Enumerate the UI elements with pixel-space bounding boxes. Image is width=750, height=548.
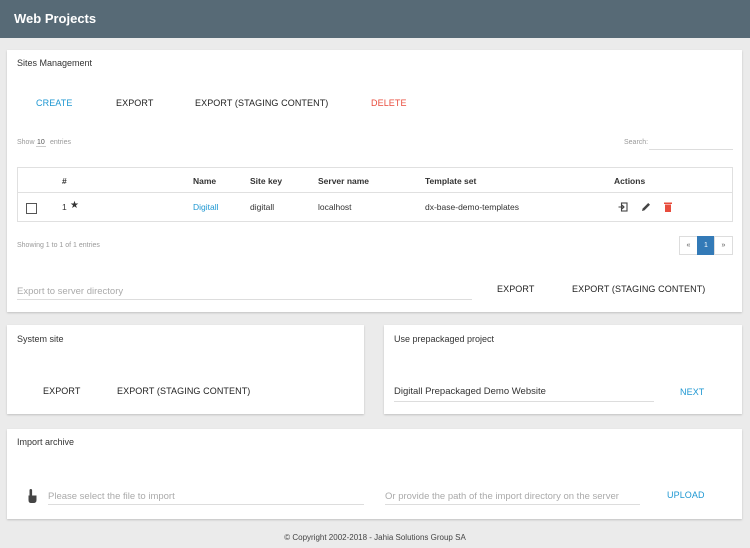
export-staging-to-directory-button[interactable]: EXPORT (STAGING CONTENT) xyxy=(572,284,705,294)
template-set: dx-base-demo-templates xyxy=(425,202,520,212)
import-file-input[interactable] xyxy=(48,488,364,505)
pager-prev[interactable]: « xyxy=(679,236,698,255)
sites-management-title: Sites Management xyxy=(17,58,93,68)
default-site-star-icon: ★ xyxy=(70,200,79,211)
top-bar: Web Projects xyxy=(0,0,750,38)
row-number: 1 xyxy=(62,202,67,212)
edit-pencil-icon[interactable] xyxy=(641,202,651,212)
pager-page-1[interactable]: 1 xyxy=(697,236,715,255)
export-staging-button[interactable]: EXPORT (STAGING CONTENT) xyxy=(195,98,328,108)
system-site-title: System site xyxy=(17,334,64,344)
showing-entries: Showing 1 to 1 of 1 entries xyxy=(17,242,100,249)
site-key: digitall xyxy=(250,202,275,212)
system-export-button[interactable]: EXPORT xyxy=(43,386,80,396)
export-button[interactable]: EXPORT xyxy=(116,98,153,108)
page-title: Web Projects xyxy=(14,11,97,26)
col-site-key[interactable]: Site key xyxy=(250,176,282,186)
col-server-name[interactable]: Server name xyxy=(318,176,369,186)
col-actions: Actions xyxy=(614,176,646,186)
export-to-directory-button[interactable]: EXPORT xyxy=(497,284,534,294)
col-name[interactable]: Name xyxy=(193,176,216,186)
sites-table: # Name Site key Server name Template set… xyxy=(17,167,733,222)
site-name-link[interactable]: Digitall xyxy=(193,202,219,212)
server-name: localhost xyxy=(318,202,352,212)
system-export-staging-button[interactable]: EXPORT (STAGING CONTENT) xyxy=(117,386,250,396)
pointer-hand-icon[interactable] xyxy=(27,489,38,503)
import-path-input[interactable] xyxy=(385,488,640,505)
create-button[interactable]: CREATE xyxy=(36,98,72,108)
entries-label: entries xyxy=(50,139,72,146)
delete-trash-icon[interactable] xyxy=(664,202,672,212)
upload-button[interactable]: UPLOAD xyxy=(667,490,705,500)
row-checkbox[interactable] xyxy=(26,203,37,214)
import-archive-card xyxy=(7,429,742,519)
pager-next[interactable]: » xyxy=(714,236,733,255)
col-template-set[interactable]: Template set xyxy=(425,176,476,186)
search-input[interactable] xyxy=(649,137,733,150)
search-label: Search: xyxy=(624,139,649,146)
prepackaged-title: Use prepackaged project xyxy=(394,334,495,344)
show-label: Show xyxy=(17,139,35,146)
export-directory-input[interactable] xyxy=(17,283,472,300)
enter-site-icon[interactable] xyxy=(618,202,628,212)
col-number: # xyxy=(62,176,67,186)
import-archive-title: Import archive xyxy=(17,437,75,447)
table-divider xyxy=(18,192,732,193)
footer-copyright: © Copyright 2002-2018 - Jahia Solutions … xyxy=(284,533,466,542)
delete-button[interactable]: DELETE xyxy=(371,98,407,108)
prepackaged-project-select[interactable]: Digitall Prepackaged Demo Website xyxy=(394,386,654,402)
next-button[interactable]: NEXT xyxy=(680,387,704,397)
entries-select[interactable]: 10 xyxy=(36,139,46,147)
